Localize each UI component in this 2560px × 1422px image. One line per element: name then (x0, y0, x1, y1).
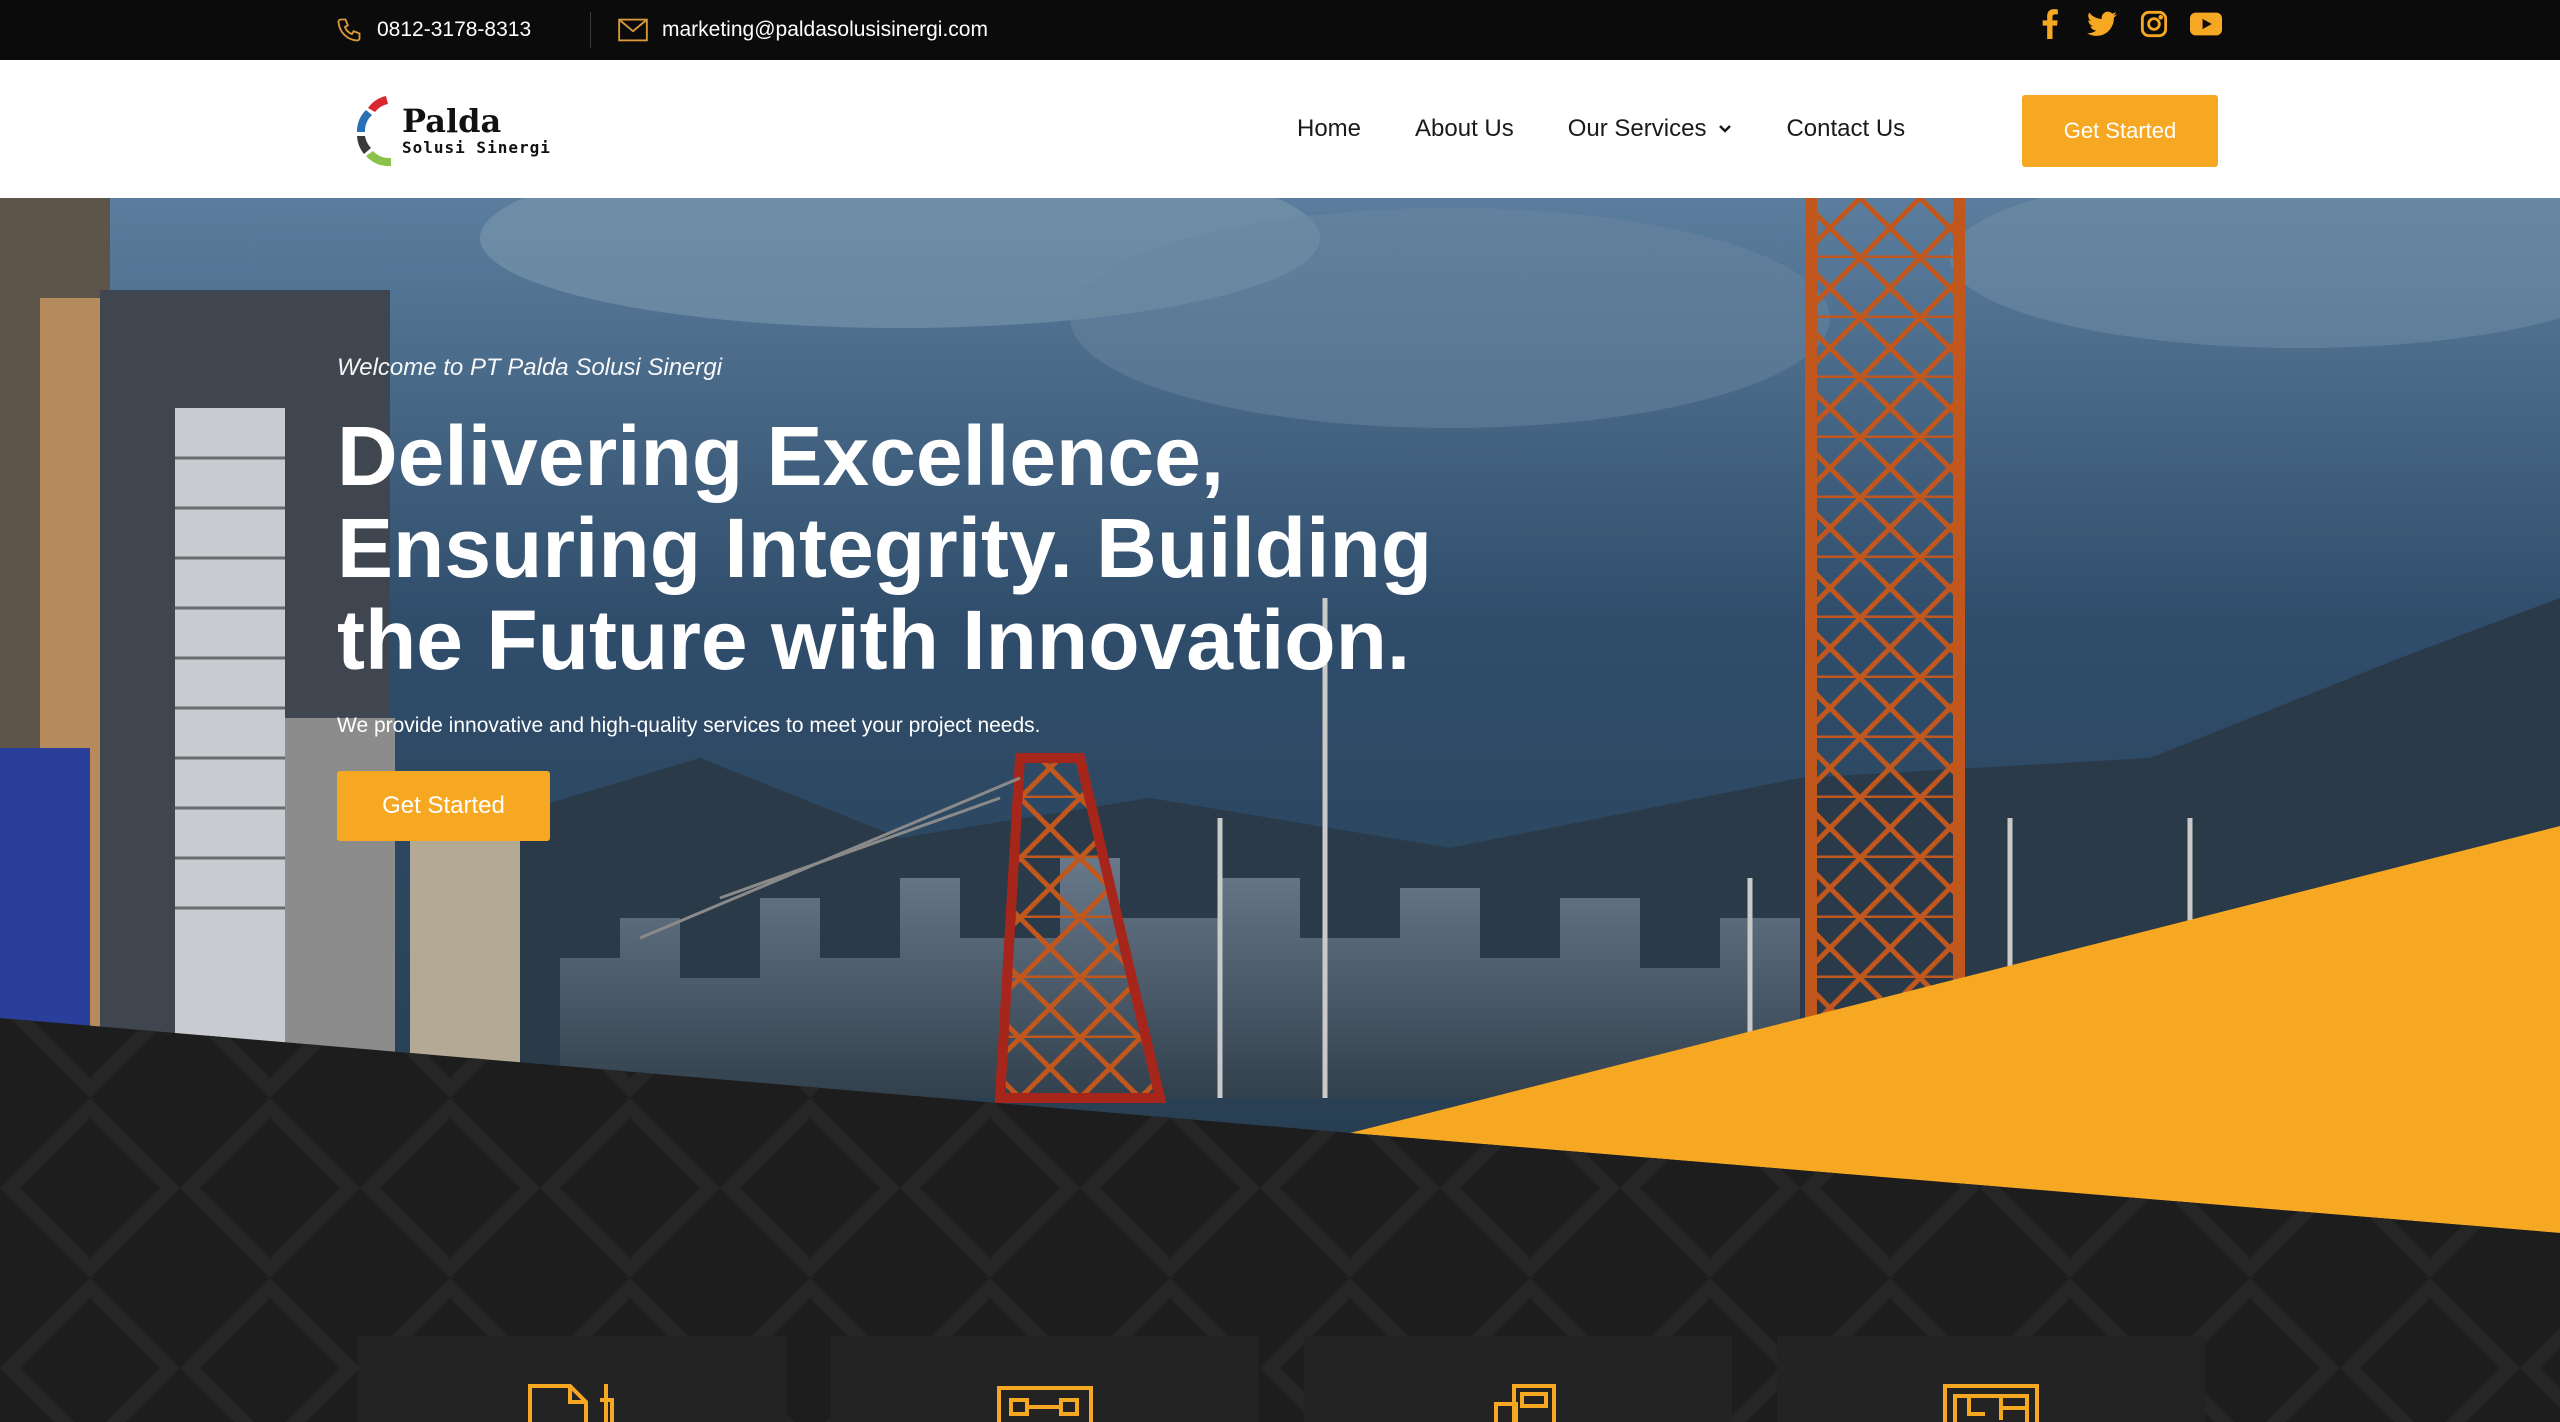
service-cards (358, 1336, 2205, 1422)
top-bar: 0812-3178-8313 marketing@paldasolusisine… (0, 0, 2560, 60)
nav-contact-us[interactable]: Contact Us (1786, 115, 1905, 143)
hero-welcome-text: Welcome to PT Palda Solusi Sinergi (337, 354, 723, 381)
facebook-icon[interactable] (2034, 8, 2066, 40)
instagram-icon[interactable] (2138, 8, 2170, 40)
site-header: Palda Solusi Sinergi Home About Us Our S… (0, 60, 2560, 198)
palda-logo-mark (356, 96, 391, 167)
service-card[interactable] (1304, 1336, 1732, 1422)
hero-section: Welcome to PT Palda Solusi Sinergi Deliv… (0, 198, 2560, 1422)
nav-home[interactable]: Home (1297, 115, 1361, 143)
topbar-divider (590, 12, 591, 48)
mail-icon (618, 18, 648, 42)
logo-name: Palda (402, 101, 502, 140)
service-card[interactable] (358, 1336, 786, 1422)
floor-plan-icon (1943, 1384, 2039, 1422)
social-links (2034, 8, 2222, 40)
main-nav: Home About Us Our Services Contact Us (1297, 60, 1905, 198)
hero-description: We provide innovative and high-quality s… (337, 714, 1041, 737)
header-get-started-button[interactable]: Get Started (2022, 95, 2218, 167)
nav-our-services[interactable]: Our Services (1568, 115, 1733, 143)
twitter-icon[interactable] (2086, 8, 2118, 40)
email-address: marketing@paldasolusisinergi.com (662, 18, 988, 41)
document-pen-icon (528, 1384, 614, 1422)
nav-about-us[interactable]: About Us (1415, 115, 1514, 143)
buildings-icon (1494, 1384, 1556, 1422)
youtube-icon[interactable] (2190, 8, 2222, 40)
nav-home-label: Home (1297, 115, 1362, 142)
phone-contact[interactable]: 0812-3178-8313 (335, 0, 531, 60)
service-card[interactable] (831, 1336, 1259, 1422)
nav-contact-us-label: Contact Us (1786, 115, 1906, 142)
blueprint-icon (997, 1386, 1093, 1422)
service-card[interactable] (1777, 1336, 2205, 1422)
hero-title: Delivering Excellence, Ensuring Integrit… (337, 409, 1433, 687)
email-contact[interactable]: marketing@paldasolusisinergi.com (618, 0, 988, 60)
hero-get-started-button[interactable]: Get Started (337, 771, 550, 841)
logo-tagline: Solusi Sinergi (402, 137, 551, 157)
phone-number: 0812-3178-8313 (377, 18, 532, 41)
chevron-down-icon (1719, 125, 1732, 133)
nav-about-us-label: About Us (1415, 115, 1514, 142)
site-logo[interactable]: Palda Solusi Sinergi (352, 90, 551, 170)
hero-content: Welcome to PT Palda Solusi Sinergi Deliv… (337, 354, 1537, 841)
nav-our-services-label: Our Services (1567, 115, 1707, 142)
phone-icon (337, 18, 361, 42)
